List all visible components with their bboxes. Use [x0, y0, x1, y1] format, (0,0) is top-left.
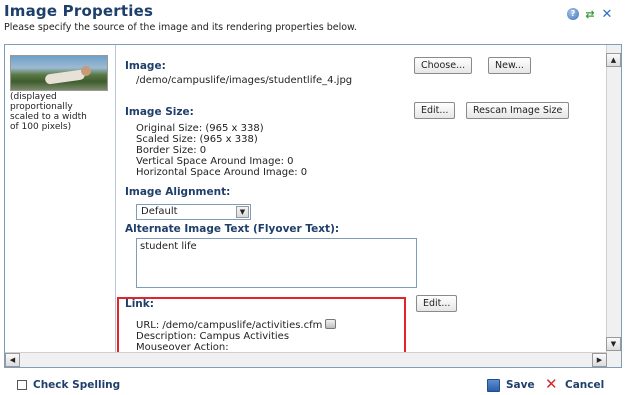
cancel-button[interactable]: Cancel	[565, 379, 604, 391]
properties-panel: (displayed proportionally scaled to a wi…	[4, 44, 622, 368]
image-thumbnail	[10, 55, 108, 91]
link-label: Link:	[125, 298, 154, 310]
refresh-icon[interactable]: ⇄	[584, 8, 596, 20]
vertical-scrollbar[interactable]: ▲ ▼	[606, 45, 621, 367]
dialog-footer: Check Spelling Save ✕ Cancel	[0, 376, 627, 395]
lock-icon	[325, 319, 337, 329]
scaled-size: Scaled Size: (965 x 338)	[136, 134, 258, 145]
save-button[interactable]: Save	[506, 379, 535, 391]
original-size: Original Size: (965 x 338)	[136, 123, 264, 134]
alt-text-field[interactable]: student life	[136, 238, 417, 288]
alt-text-label: Alternate Image Text (Flyover Text):	[125, 223, 340, 235]
scroll-up-button[interactable]: ▲	[606, 53, 621, 67]
edit-link-button[interactable]: Edit...	[416, 295, 458, 312]
scroll-left-button[interactable]: ◀	[5, 353, 20, 367]
image-path: /demo/campuslife/images/studentlife_4.jp…	[136, 75, 353, 86]
dialog-header: Image Properties Please specify the sour…	[4, 2, 357, 33]
link-description: Description: Campus Activities	[136, 331, 290, 342]
new-button[interactable]: New...	[488, 57, 531, 74]
scroll-down-button[interactable]: ▼	[606, 337, 621, 351]
link-url: URL: /demo/campuslife/activities.cfm	[136, 319, 337, 331]
horizontal-scrollbar[interactable]: ◀ ▶	[5, 352, 607, 367]
close-icon[interactable]: ✕	[601, 8, 613, 21]
alignment-label: Image Alignment:	[125, 186, 231, 198]
vertical-space: Vertical Space Around Image: 0	[136, 156, 294, 167]
properties-content: Image: /demo/campuslife/images/studentli…	[115, 45, 601, 367]
horizontal-space: Horizontal Space Around Image: 0	[136, 167, 308, 178]
rescan-size-button[interactable]: Rescan Image Size	[466, 102, 570, 119]
image-size-label: Image Size:	[125, 106, 194, 118]
cancel-icon[interactable]: ✕	[545, 376, 558, 392]
edit-size-button[interactable]: Edit...	[414, 102, 456, 119]
thumbnail-column: (displayed proportionally scaled to a wi…	[10, 55, 114, 132]
help-icon[interactable]: ?	[567, 8, 579, 20]
border-size: Border Size: 0	[136, 145, 207, 156]
check-spelling-checkbox[interactable]	[17, 380, 27, 390]
thumbnail-note: (displayed proportionally scaled to a wi…	[10, 92, 87, 132]
alignment-select[interactable]: Default ▼	[136, 204, 251, 220]
save-icon[interactable]	[487, 379, 500, 392]
check-spelling-label[interactable]: Check Spelling	[33, 379, 120, 391]
chevron-down-icon[interactable]: ▼	[236, 206, 249, 218]
page-subtitle: Please specify the source of the image a…	[4, 22, 357, 33]
header-icons: ? ⇄ ✕	[567, 8, 613, 21]
image-label: Image:	[125, 60, 166, 72]
page-title: Image Properties	[4, 2, 154, 20]
scroll-right-button[interactable]: ▶	[592, 353, 607, 367]
choose-button[interactable]: Choose...	[414, 57, 473, 74]
